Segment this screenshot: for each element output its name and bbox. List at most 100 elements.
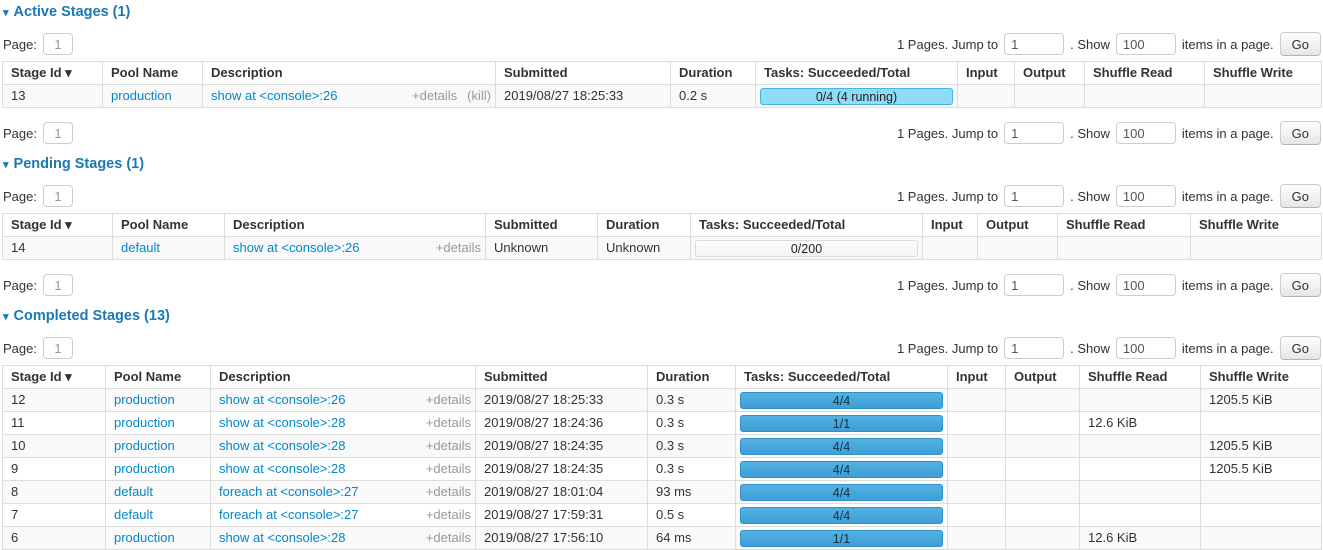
page-number-input[interactable] (43, 337, 73, 359)
column-header[interactable]: Output (1015, 62, 1085, 85)
details-toggle[interactable]: +details (426, 508, 471, 522)
column-header[interactable]: Shuffle Write (1191, 214, 1322, 237)
items-per-page-text: items in a page. (1182, 126, 1274, 141)
jump-to-input[interactable] (1004, 337, 1064, 359)
column-header[interactable]: Submitted (476, 366, 648, 389)
column-header[interactable]: Duration (648, 366, 736, 389)
input-cell (948, 412, 1006, 435)
description-content: foreach at <console>:27 +details (219, 485, 471, 499)
column-header[interactable]: Shuffle Write (1201, 366, 1322, 389)
column-header[interactable]: Pool Name (106, 366, 211, 389)
description-link[interactable]: foreach at <console>:27 (219, 485, 359, 499)
page-number-input[interactable] (43, 33, 73, 55)
description-link[interactable]: show at <console>:28 (219, 439, 345, 453)
jump-to-input[interactable] (1004, 185, 1064, 207)
pool-name-link[interactable]: production (114, 392, 175, 407)
pool-name-link[interactable]: production (111, 88, 172, 103)
column-header[interactable]: Stage Id ▾ (3, 62, 103, 85)
details-toggle[interactable]: +details (426, 531, 471, 545)
go-button[interactable]: Go (1280, 336, 1321, 360)
description-link[interactable]: show at <console>:26 (233, 241, 359, 255)
description-cell: show at <console>:28 +details (211, 412, 476, 435)
column-header[interactable]: Tasks: Succeeded/Total (756, 62, 958, 85)
description-link[interactable]: show at <console>:28 (219, 531, 345, 545)
show-count-input[interactable] (1116, 274, 1176, 296)
task-progress-bar: 4/4 (740, 438, 943, 455)
stage-row: 14defaultshow at <console>:26+detailsUnk… (3, 237, 1322, 260)
pool-name-cell: production (106, 389, 211, 412)
details-toggle[interactable]: +details (426, 416, 471, 430)
details-toggle[interactable]: +details (426, 485, 471, 499)
submitted-cell: 2019/08/27 18:01:04 (476, 481, 648, 504)
column-header[interactable]: Shuffle Write (1205, 62, 1322, 85)
page-number-input[interactable] (43, 274, 73, 296)
column-header[interactable]: Pool Name (103, 62, 203, 85)
go-button[interactable]: Go (1280, 184, 1321, 208)
column-header[interactable]: Output (978, 214, 1058, 237)
show-count-input[interactable] (1116, 33, 1176, 55)
pool-name-link[interactable]: production (114, 415, 175, 430)
section-heading-pending[interactable]: ▾Pending Stages (1) (3, 156, 1321, 172)
description-link[interactable]: foreach at <console>:27 (219, 508, 359, 522)
stages-table-active: Stage Id ▾Pool NameDescriptionSubmittedD… (2, 61, 1322, 108)
column-header[interactable]: Description (211, 366, 476, 389)
show-count-input[interactable] (1116, 337, 1176, 359)
column-header[interactable]: Tasks: Succeeded/Total (691, 214, 923, 237)
details-toggle[interactable]: +details (426, 393, 471, 407)
kill-link[interactable]: (kill) (467, 89, 491, 103)
pool-name-link[interactable]: production (114, 461, 175, 476)
input-cell (958, 85, 1015, 108)
page-number-input[interactable] (43, 122, 73, 144)
description-cell: show at <console>:26 +details (225, 237, 486, 260)
pool-name-link[interactable]: default (114, 484, 153, 499)
column-header[interactable]: Input (958, 62, 1015, 85)
page-number-input[interactable] (43, 185, 73, 207)
jump-to-input[interactable] (1004, 274, 1064, 296)
column-header[interactable]: Submitted (496, 62, 671, 85)
details-toggle[interactable]: +details (412, 89, 457, 103)
pool-name-link[interactable]: production (114, 530, 175, 545)
task-progress-bar: 1/1 (740, 530, 943, 547)
duration-cell: 0.5 s (648, 504, 736, 527)
page-label: Page: (3, 37, 37, 52)
section-heading-completed[interactable]: ▾Completed Stages (13) (3, 308, 1321, 324)
jump-to-input[interactable] (1004, 122, 1064, 144)
column-header[interactable]: Input (923, 214, 978, 237)
pool-name-link[interactable]: default (114, 507, 153, 522)
description-link[interactable]: show at <console>:26 (219, 393, 345, 407)
column-header[interactable]: Output (1006, 366, 1080, 389)
column-header[interactable]: Description (203, 62, 496, 85)
go-button[interactable]: Go (1280, 273, 1321, 297)
pool-name-link[interactable]: default (121, 240, 160, 255)
show-count-input[interactable] (1116, 122, 1176, 144)
pool-name-link[interactable]: production (114, 438, 175, 453)
details-toggle[interactable]: +details (436, 241, 481, 255)
column-header[interactable]: Tasks: Succeeded/Total (736, 366, 948, 389)
details-toggle[interactable]: +details (426, 439, 471, 453)
column-header[interactable]: Description (225, 214, 486, 237)
section-heading-active[interactable]: ▾Active Stages (1) (3, 4, 1321, 20)
go-button[interactable]: Go (1280, 32, 1321, 56)
show-separator-text: . Show (1070, 189, 1110, 204)
column-header[interactable]: Submitted (486, 214, 598, 237)
column-header[interactable]: Stage Id ▾ (3, 366, 106, 389)
column-header[interactable]: Duration (671, 62, 756, 85)
column-header[interactable]: Stage Id ▾ (3, 214, 113, 237)
column-header[interactable]: Duration (598, 214, 691, 237)
pool-name-cell: production (106, 458, 211, 481)
column-header[interactable]: Pool Name (113, 214, 225, 237)
column-header[interactable]: Input (948, 366, 1006, 389)
shuffle-read-cell (1080, 504, 1201, 527)
column-header[interactable]: Shuffle Read (1085, 62, 1205, 85)
jump-to-input[interactable] (1004, 33, 1064, 55)
go-button[interactable]: Go (1280, 121, 1321, 145)
column-header[interactable]: Shuffle Read (1080, 366, 1201, 389)
column-header[interactable]: Shuffle Read (1058, 214, 1191, 237)
page-field: Page: (3, 33, 73, 55)
description-link[interactable]: show at <console>:28 (219, 462, 345, 476)
description-link[interactable]: show at <console>:28 (219, 416, 345, 430)
details-toggle[interactable]: +details (426, 462, 471, 476)
description-cell: show at <console>:26 +details (211, 389, 476, 412)
show-count-input[interactable] (1116, 185, 1176, 207)
description-link[interactable]: show at <console>:26 (211, 89, 337, 103)
